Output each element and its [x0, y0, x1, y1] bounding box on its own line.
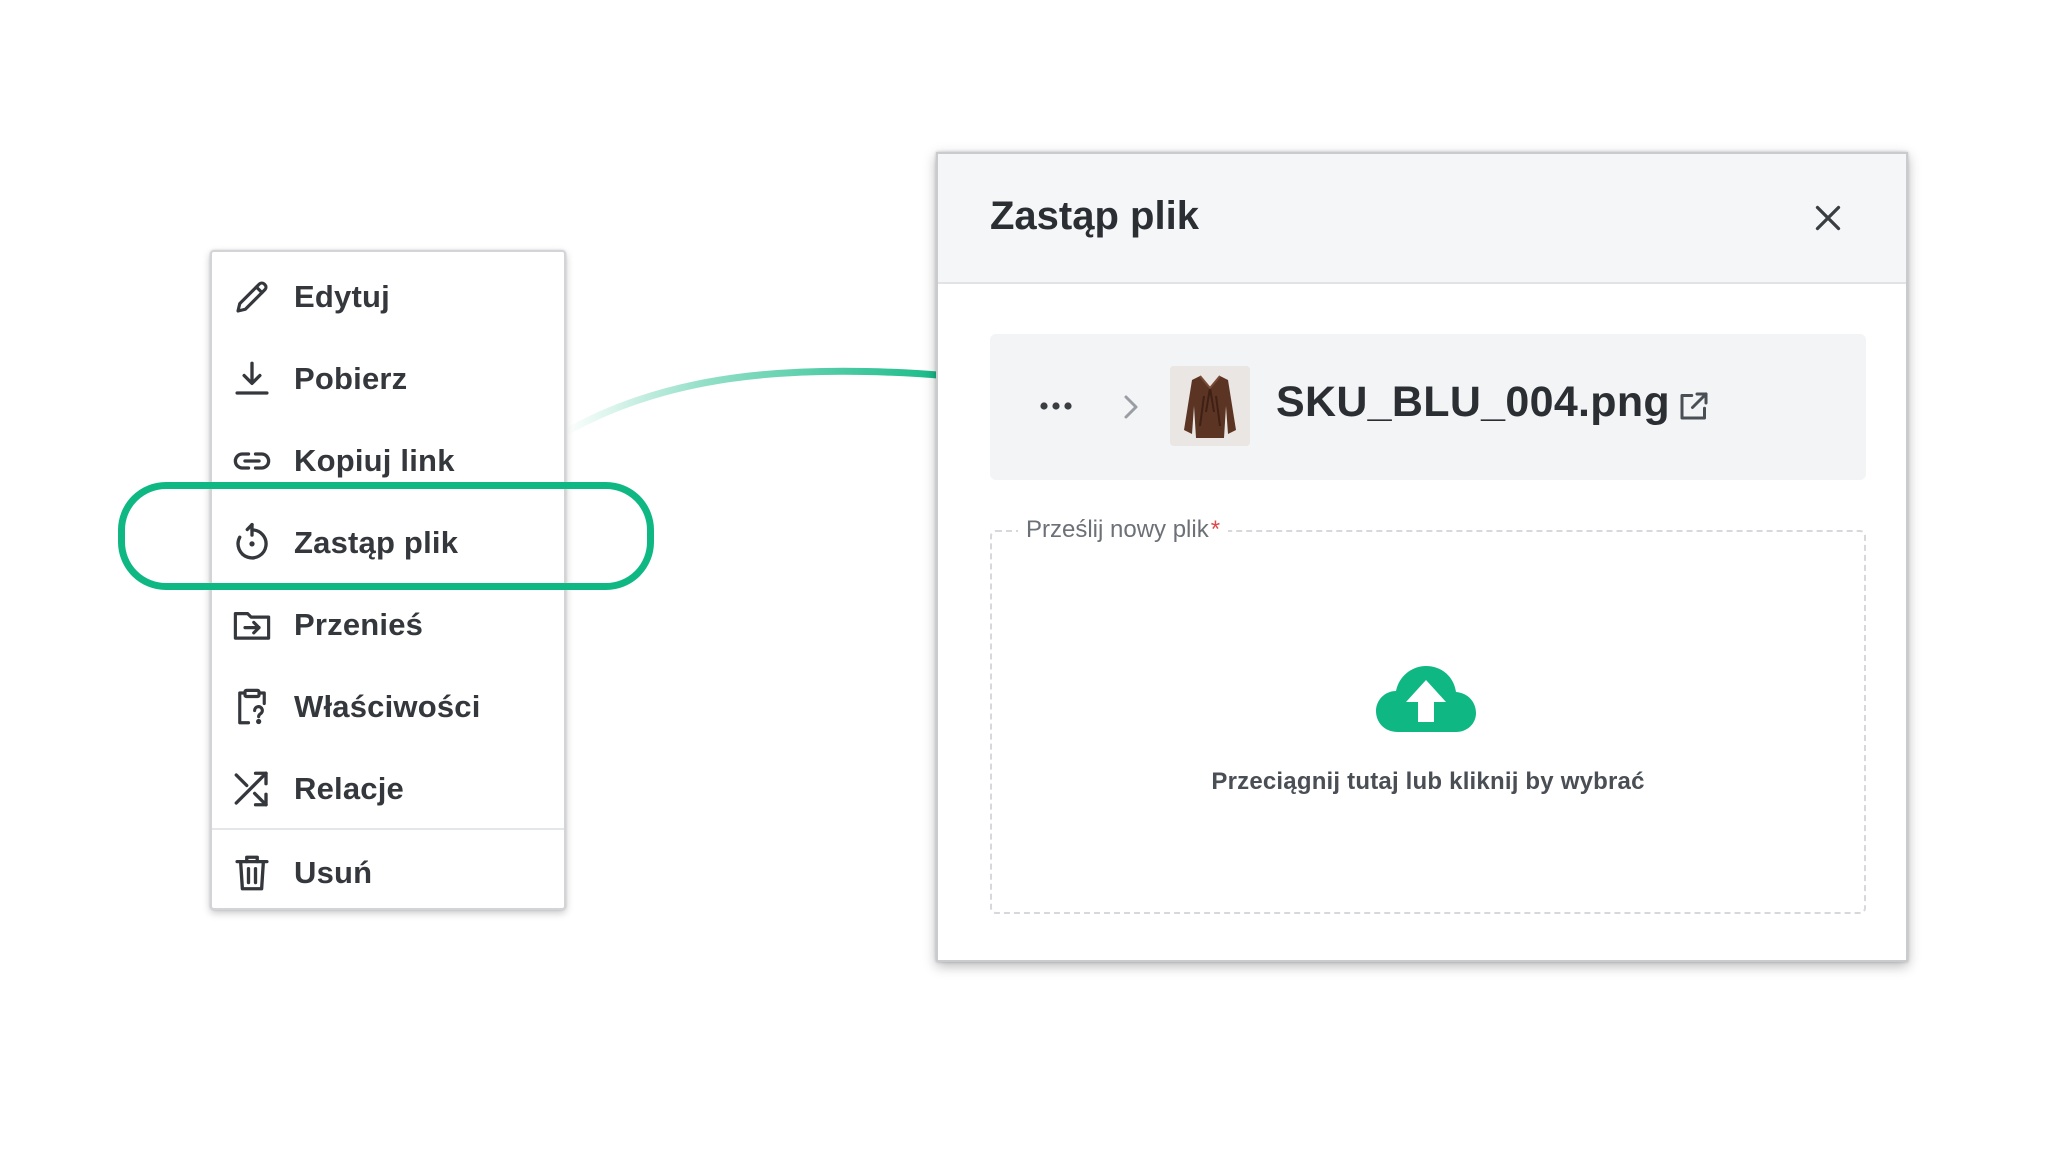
menu-item-label: Pobierz	[294, 361, 408, 396]
external-link-icon	[1680, 392, 1708, 420]
link-icon	[230, 439, 274, 483]
blouse-image	[1170, 366, 1250, 446]
close-icon	[1815, 205, 1841, 231]
ellipsis-icon	[1040, 402, 1072, 410]
modal-title: Zastąp plik	[990, 194, 1199, 238]
chevron-right-icon	[1120, 392, 1142, 422]
close-button[interactable]	[1810, 200, 1846, 236]
menu-item-properties[interactable]: Właściwości	[212, 666, 564, 748]
menu-item-label: Relacje	[294, 771, 404, 806]
file-name: SKU_BLU_004.png	[1276, 378, 1670, 426]
upload-hint: Przeciągnij tutaj lub kliknij by wybrać	[1211, 768, 1645, 795]
menu-item-edit[interactable]: Edytuj	[212, 256, 564, 338]
menu-item-move[interactable]: Przenieś	[212, 584, 564, 666]
more-path-button[interactable]	[1036, 388, 1076, 424]
menu-item-label: Edytuj	[294, 279, 390, 314]
open-external-button[interactable]	[1676, 388, 1712, 424]
modal-header: Zastąp plik	[938, 154, 1906, 284]
required-marker: *	[1210, 516, 1221, 543]
tutorial-canvas: Edytuj Pobierz Kopiuj link Zastąp plik P…	[0, 0, 2048, 1152]
upload-label-text: Prześlij nowy plik	[1026, 516, 1209, 543]
shuffle-icon	[230, 767, 274, 811]
menu-item-download[interactable]: Pobierz	[212, 338, 564, 420]
replace-file-modal: Zastąp plik SKU_BLU_004.png Prześlij now…	[936, 152, 1908, 962]
move-folder-icon	[230, 603, 274, 647]
menu-divider	[212, 828, 564, 830]
trash-icon	[230, 851, 274, 895]
menu-item-label: Zastąp plik	[294, 525, 459, 560]
menu-item-replace-file[interactable]: Zastąp plik	[212, 502, 564, 584]
replace-icon	[230, 521, 274, 565]
menu-item-label: Przenieś	[294, 607, 424, 642]
cloud-upload-icon	[1374, 664, 1478, 736]
menu-item-label: Usuń	[294, 855, 373, 890]
menu-item-delete[interactable]: Usuń	[212, 832, 564, 914]
current-file-breadcrumb: SKU_BLU_004.png	[990, 334, 1866, 480]
menu-item-label: Kopiuj link	[294, 443, 455, 478]
upload-field-label: Prześlij nowy plik*	[1018, 516, 1229, 544]
menu-item-relations[interactable]: Relacje	[212, 748, 564, 830]
file-context-menu: Edytuj Pobierz Kopiuj link Zastąp plik P…	[210, 250, 566, 910]
clipboard-question-icon	[230, 685, 274, 729]
download-icon	[230, 357, 274, 401]
file-thumbnail	[1170, 366, 1250, 446]
menu-item-copy-link[interactable]: Kopiuj link	[212, 420, 564, 502]
menu-item-label: Właściwości	[294, 689, 481, 724]
pencil-icon	[230, 275, 274, 319]
